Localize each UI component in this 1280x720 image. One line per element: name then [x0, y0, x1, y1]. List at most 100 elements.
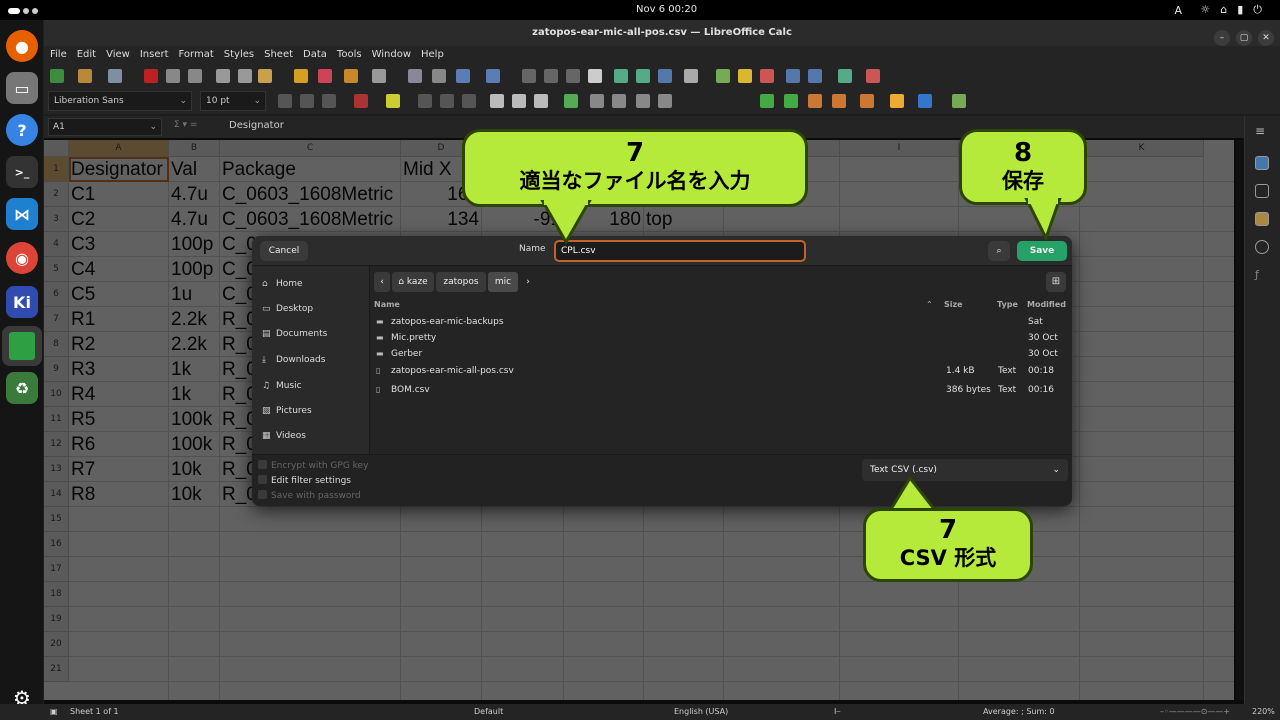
indent-icon[interactable] [808, 94, 822, 108]
col-modified[interactable]: Modified [1027, 298, 1066, 312]
file-row[interactable]: ▬ Mic.pretty 30 Oct [370, 330, 1072, 346]
number-format-icon[interactable] [612, 94, 626, 108]
add-decimal-icon[interactable] [760, 94, 774, 108]
place-home[interactable]: ⌂ Home [252, 272, 370, 297]
workspace-indicator[interactable] [8, 6, 41, 17]
align-middle-icon[interactable] [512, 94, 526, 108]
crumb-zatopos[interactable]: zatopos [436, 272, 486, 292]
chart-icon[interactable] [636, 69, 650, 83]
bold-icon[interactable] [278, 94, 292, 108]
clear-icon[interactable] [318, 69, 332, 83]
menu-help[interactable]: Help [421, 49, 444, 60]
align-left-icon[interactable] [418, 94, 432, 108]
currency-icon[interactable] [658, 94, 672, 108]
formula-input[interactable]: Designator [229, 120, 284, 131]
search-icon[interactable]: ⌕ [988, 241, 1010, 261]
firefox-icon[interactable]: ● [6, 30, 38, 62]
conditional-icon[interactable] [952, 94, 966, 108]
wrap-icon[interactable] [564, 94, 578, 108]
clone-icon[interactable] [294, 69, 308, 83]
place-downloads[interactable]: ⤓ Downloads [252, 348, 370, 373]
image-icon[interactable] [614, 69, 628, 83]
gpg-option[interactable]: Encrypt with GPG key [258, 460, 368, 471]
draw-icon[interactable] [866, 69, 880, 83]
outdent-icon[interactable] [832, 94, 846, 108]
new-icon[interactable] [50, 69, 64, 83]
border-style-icon[interactable] [890, 94, 904, 108]
place-pictures[interactable]: ▧ Pictures [252, 399, 370, 424]
border-color-icon[interactable] [918, 94, 932, 108]
chevron-right-icon[interactable]: › [520, 272, 536, 292]
file-row[interactable]: ▬ Gerber 30 Oct [370, 346, 1072, 362]
clock[interactable]: Nov 6 00:20 [636, 4, 697, 15]
password-option[interactable]: Save with password [258, 490, 361, 501]
paste-icon[interactable] [258, 69, 272, 83]
sort-asc-icon[interactable] [544, 69, 558, 83]
minimize-icon[interactable]: – [1214, 30, 1230, 46]
freeze-icon[interactable] [808, 69, 822, 83]
file-row[interactable]: ▯ zatopos-ear-mic-all-pos.csv 1.4 kB Text 00… [370, 363, 1072, 379]
print-icon[interactable] [166, 69, 180, 83]
crumb-kaze[interactable]: ⌂ kaze [392, 272, 434, 292]
new-folder-icon[interactable]: ⊞ [1046, 272, 1066, 292]
kicad-icon[interactable]: Ki [6, 286, 38, 318]
chevron-left-icon[interactable]: ‹ [374, 272, 390, 292]
row-icon[interactable] [456, 69, 470, 83]
language[interactable]: English (USA) [674, 704, 728, 720]
place-desktop[interactable]: ▭ Desktop [252, 297, 370, 322]
place-documents[interactable]: ▤ Documents [252, 322, 370, 347]
menu-file[interactable]: File [50, 49, 67, 60]
checkbox[interactable] [258, 490, 267, 499]
delete-decimal-icon[interactable] [784, 94, 798, 108]
copy-icon[interactable] [238, 69, 252, 83]
functions-icon[interactable]: ƒ [1255, 268, 1269, 282]
special-char-icon[interactable] [684, 69, 698, 83]
highlight-icon[interactable] [386, 94, 400, 108]
gallery-icon[interactable] [1255, 212, 1269, 226]
trash-icon[interactable]: ♻ [6, 372, 38, 404]
zoom-slider[interactable]: –◦————⊙——+ [1160, 704, 1242, 720]
align-center-icon[interactable] [440, 94, 454, 108]
menu-data[interactable]: Data [303, 49, 327, 60]
name-box[interactable]: A1 ⌄ [48, 118, 162, 136]
column-icon[interactable] [486, 69, 500, 83]
crumb-mic[interactable]: mic [488, 272, 518, 292]
col-size[interactable]: Size [944, 298, 963, 312]
checkbox[interactable] [258, 475, 267, 484]
font-color-icon[interactable] [354, 94, 368, 108]
define-print-area-icon[interactable] [786, 69, 800, 83]
save-button[interactable]: Save [1017, 241, 1067, 261]
close-icon[interactable]: ✕ [1258, 30, 1274, 46]
menu-window[interactable]: Window [372, 49, 411, 60]
sort-desc-icon[interactable] [566, 69, 580, 83]
vscode-icon[interactable]: ⋈ [6, 198, 38, 230]
properties-icon[interactable] [1255, 156, 1269, 170]
files-icon[interactable]: ▭ [6, 72, 38, 104]
zoom-level[interactable]: 220% [1252, 704, 1275, 720]
menu-edit[interactable]: Edit [77, 49, 96, 60]
help-icon[interactable]: ? [6, 114, 38, 146]
split-icon[interactable] [838, 69, 852, 83]
cancel-button[interactable]: Cancel [260, 241, 308, 261]
menu-tools[interactable]: Tools [337, 49, 362, 60]
maximize-icon[interactable]: ▢ [1236, 30, 1252, 46]
percent-icon[interactable] [636, 94, 650, 108]
input-language[interactable]: A [1174, 4, 1182, 17]
filter-settings-option[interactable]: Edit filter settings [258, 475, 351, 486]
find-icon[interactable] [408, 69, 422, 83]
align-right-icon[interactable] [462, 94, 476, 108]
undo-icon[interactable] [344, 69, 358, 83]
comment-icon[interactable] [738, 69, 752, 83]
autofilter-icon[interactable] [588, 69, 602, 83]
checkbox[interactable] [258, 460, 267, 469]
merge-icon[interactable] [590, 94, 604, 108]
place-music[interactable]: ♫ Music [252, 374, 370, 399]
spelling-icon[interactable] [432, 69, 446, 83]
menu-icon[interactable]: ≡ [1255, 124, 1269, 138]
header-footer-icon[interactable] [760, 69, 774, 83]
menu-view[interactable]: View [106, 49, 130, 60]
place-videos[interactable]: ▦ Videos [252, 424, 370, 449]
menu-styles[interactable]: Styles [224, 49, 254, 60]
menu-format[interactable]: Format [179, 49, 214, 60]
preview-icon[interactable] [188, 69, 202, 83]
